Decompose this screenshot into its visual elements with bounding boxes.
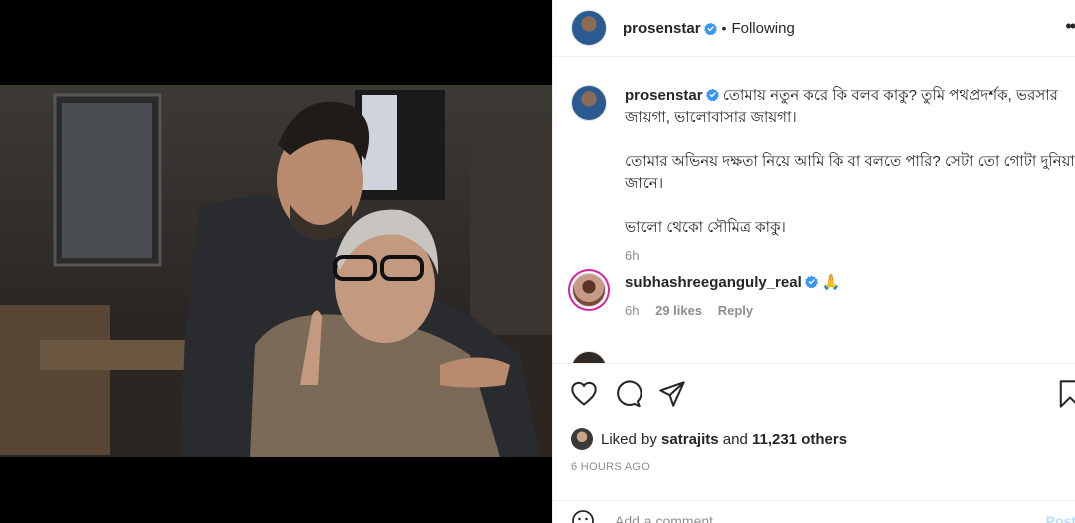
liker-username[interactable]: satrajits [661, 431, 719, 448]
post-comment-button[interactable]: Post [1046, 513, 1075, 523]
share-icon [659, 381, 685, 407]
post-header: prosenstar • Following •• [553, 0, 1075, 57]
comment-item-partial [571, 351, 607, 363]
post-actions: Liked by satrajits and 11,231 others 6 H… [553, 363, 1075, 511]
comment-button[interactable] [613, 379, 643, 409]
verified-icon [705, 88, 719, 101]
following-button[interactable]: Following [731, 20, 794, 37]
liked-by-connector: and [722, 430, 748, 448]
comment-meta: 6h 29 likes Reply [625, 300, 1075, 322]
caption: prosenstar তোমায় নতুন করে কি বলব কাকু? … [571, 85, 1075, 267]
action-row [569, 379, 687, 409]
comment-input[interactable]: Add a comment... [615, 513, 725, 523]
liked-by-prefix: Liked by [601, 430, 657, 448]
caption-meta: 6h [625, 245, 1075, 267]
comment-item: subhashreeganguly_real 🙏 6h 29 likes Rep… [571, 272, 1075, 322]
verified-icon [703, 22, 717, 35]
media-pane [0, 0, 552, 523]
comment-likes[interactable]: 29 likes [655, 303, 702, 318]
emoji-icon[interactable] [571, 509, 595, 523]
post-timestamp[interactable]: 6 HOURS AGO [571, 461, 650, 473]
comment-avatar[interactable] [571, 351, 607, 363]
like-button[interactable] [569, 379, 599, 409]
comment-composer: Add a comment... Post [553, 500, 1075, 523]
header-separator: • [721, 20, 727, 36]
caption-text: তোমায় নতুন করে কি বলব কাকু? তুমি পথপ্রদ… [625, 87, 1075, 236]
comments-list: prosenstar তোমায় নতুন করে কি বলব কাকু? … [553, 57, 1075, 363]
comment-text: 🙏 [821, 274, 841, 291]
post-photo-illustration [0, 90, 552, 457]
caption-avatar[interactable] [571, 85, 607, 121]
bookmark-icon [1059, 380, 1075, 408]
reply-button[interactable]: Reply [718, 303, 753, 318]
post-photo[interactable] [0, 85, 552, 457]
comment-time[interactable]: 6h [625, 303, 639, 318]
caption-time[interactable]: 6h [625, 248, 639, 263]
comment-avatar[interactable] [572, 273, 606, 307]
liker-avatar[interactable] [571, 428, 593, 450]
comment-icon [617, 380, 642, 408]
more-icon[interactable]: •• [1065, 16, 1075, 37]
share-button[interactable] [657, 379, 687, 409]
verified-icon [804, 275, 818, 288]
liked-by: Liked by satrajits and 11,231 others [571, 428, 847, 450]
heart-icon [571, 381, 597, 406]
likes-others-link[interactable]: 11,231 others [752, 431, 847, 448]
post-side-panel: prosenstar • Following •• prosenstar তোম… [552, 0, 1075, 523]
author-avatar[interactable] [571, 10, 607, 46]
comment-username[interactable]: subhashreeganguly_real [625, 274, 802, 291]
caption-username[interactable]: prosenstar [625, 87, 703, 104]
author-username[interactable]: prosenstar [623, 20, 701, 37]
save-button[interactable] [1056, 379, 1075, 409]
